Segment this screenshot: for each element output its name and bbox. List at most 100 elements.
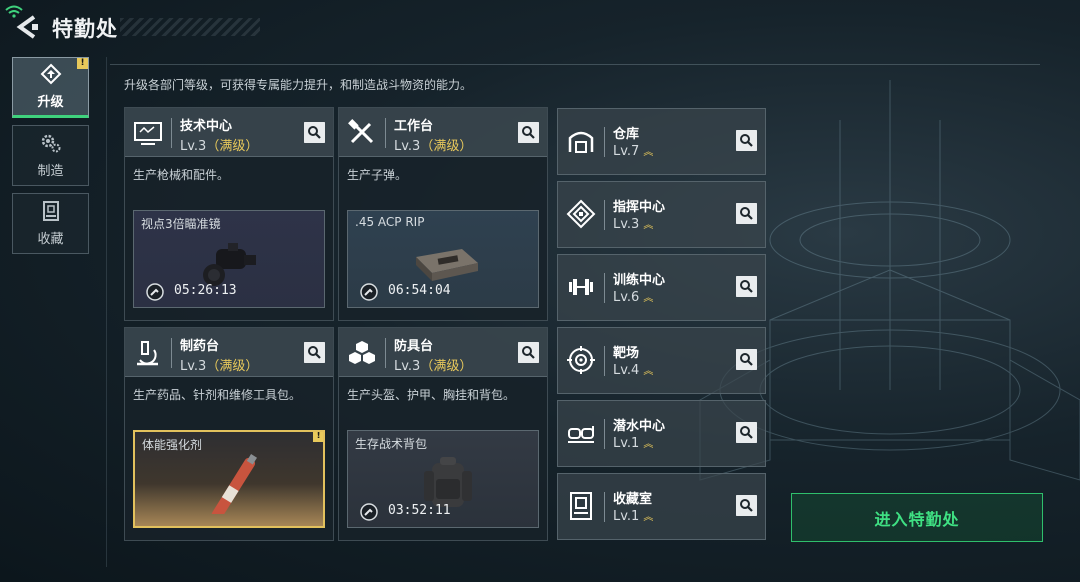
facility-name: 训练中心: [613, 273, 666, 288]
scope-image: [203, 243, 256, 286]
command-icon: [566, 199, 596, 229]
upgrade-chevron-icon: ︽: [643, 439, 653, 450]
microscope-icon: [137, 341, 158, 366]
facility-card-collection-room[interactable]: 收藏室 Lv.1 ︽: [557, 473, 766, 540]
separator: [385, 118, 386, 148]
product-timer: 05:26:13: [174, 283, 237, 298]
level-text: Lv.7: [613, 144, 640, 159]
product-slot[interactable]: 生存战术背包 03:52:11: [347, 430, 539, 528]
target-icon: [567, 346, 595, 374]
dept-card-tech-center[interactable]: 技术中心 Lv.3（满级） 生产枪械和配件。 视点3倍瞄准镜 05:26:13: [124, 107, 334, 321]
dept-level: Lv.3（满级）: [394, 135, 472, 154]
separator: [604, 419, 605, 449]
timer-icon: [360, 503, 378, 521]
monitor-icon: [134, 122, 162, 145]
divider: [110, 64, 1040, 65]
timer-icon: [146, 283, 164, 301]
search-button[interactable]: [736, 349, 757, 370]
facility-level: Lv.1 ︽: [613, 435, 653, 451]
product-slot[interactable]: ! 体能强化剂: [133, 430, 325, 528]
alert-badge: !: [77, 58, 88, 69]
facility-level: Lv.1 ︽: [613, 508, 653, 524]
divider: [106, 57, 107, 567]
cubes-icon: [349, 341, 375, 364]
separator: [604, 200, 605, 230]
dept-header: 技术中心 Lv.3（满级）: [125, 108, 333, 157]
search-button[interactable]: [518, 342, 539, 363]
product-slot[interactable]: .45 ACP RIP 06:54:04: [347, 210, 539, 308]
nav-tab-craft[interactable]: 制造: [12, 125, 89, 186]
separator: [604, 346, 605, 376]
search-button[interactable]: [736, 422, 757, 443]
tools-icon: [348, 119, 374, 144]
search-button[interactable]: [736, 203, 757, 224]
dept-header: 防具台 Lv.3（满级）: [339, 328, 547, 377]
dept-card-armor-bench[interactable]: 防具台 Lv.3（满级） 生产头盔、护甲、胸挂和背包。 生存战术背包 03:52…: [338, 327, 548, 541]
search-button[interactable]: [736, 276, 757, 297]
max-level-label: （满级）: [420, 359, 473, 374]
facility-card-diving-center[interactable]: 潜水中心 Lv.1 ︽: [557, 400, 766, 467]
nav-label: 制造: [37, 164, 64, 179]
search-button[interactable]: [304, 122, 325, 143]
product-slot[interactable]: 视点3倍瞄准镜 05:26:13: [133, 210, 325, 308]
nav-tab-upgrade[interactable]: ! 升级: [12, 57, 89, 118]
dept-description: 生产枪械和配件。: [133, 168, 230, 182]
facility-card-warehouse[interactable]: 仓库 Lv.7 ︽: [557, 108, 766, 175]
upgrade-chevron-icon: ︽: [643, 220, 653, 231]
level-text: Lv.6: [613, 290, 640, 305]
dept-header: 制药台 Lv.3（满级）: [125, 328, 333, 377]
dept-level: Lv.3（满级）: [394, 355, 472, 374]
facility-card-training-center[interactable]: 训练中心 Lv.6 ︽: [557, 254, 766, 321]
level-text: Lv.3: [394, 139, 421, 154]
level-text: Lv.3: [180, 139, 207, 154]
alert-badge: !: [313, 432, 323, 442]
section-description: 升级各部门等级，可获得专属能力提升，和制造战斗物资的能力。: [124, 78, 473, 92]
search-button[interactable]: [736, 130, 757, 151]
dept-card-pharmacy[interactable]: 制药台 Lv.3（满级） 生产药品、针剂和维修工具包。 ! 体能强化剂: [124, 327, 334, 541]
separator: [171, 338, 172, 368]
facility-card-command-center[interactable]: 指挥中心 Lv.3 ︽: [557, 181, 766, 248]
search-button[interactable]: [736, 495, 757, 516]
level-text: Lv.3: [180, 359, 207, 374]
dept-level: Lv.3（满级）: [180, 355, 258, 374]
facility-name: 仓库: [613, 127, 640, 142]
backpack-image: [424, 457, 472, 507]
dept-description: 生产药品、针剂和维修工具包。: [133, 388, 302, 402]
max-level-label: （满级）: [206, 139, 259, 154]
product-timer: 06:54:04: [388, 283, 451, 298]
level-text: Lv.4: [613, 363, 640, 378]
enter-special-ops-button[interactable]: 进入特勤处: [791, 493, 1043, 542]
search-button[interactable]: [518, 122, 539, 143]
dept-description: 生产头盔、护甲、胸挂和背包。: [347, 388, 516, 402]
dept-level: Lv.3（满级）: [180, 135, 258, 154]
separator: [171, 118, 172, 148]
separator: [604, 492, 605, 522]
timer-icon: [360, 283, 378, 301]
product-name: .45 ACP RIP: [355, 215, 425, 229]
search-button[interactable]: [304, 342, 325, 363]
facility-name: 靶场: [613, 346, 640, 361]
upgrade-chevron-icon: ︽: [643, 366, 653, 377]
max-level-label: （满级）: [420, 139, 473, 154]
dumbbell-icon: [569, 279, 593, 295]
facility-card-shooting-range[interactable]: 靶场 Lv.4 ︽: [557, 327, 766, 394]
injector-image: [211, 454, 257, 514]
separator: [385, 338, 386, 368]
level-text: Lv.3: [613, 217, 640, 232]
collection-icon: [42, 201, 59, 221]
nav-label: 收藏: [37, 232, 64, 247]
dept-name: 工作台: [394, 119, 434, 134]
ammo-box-image: [416, 249, 478, 281]
dept-name: 技术中心: [180, 119, 233, 134]
warehouse-icon: [568, 131, 594, 153]
product-name: 视点3倍瞄准镜: [141, 217, 221, 231]
title-decoration: [120, 18, 260, 36]
nav-tab-collection[interactable]: 收藏: [12, 193, 89, 254]
level-text: Lv.1: [613, 436, 640, 451]
diving-mask-icon: [568, 426, 594, 443]
facility-level: Lv.4 ︽: [613, 362, 653, 378]
back-button[interactable]: [12, 12, 42, 42]
dept-card-workbench[interactable]: 工作台 Lv.3（满级） 生产子弹。 .45 ACP RIP 06:54:04: [338, 107, 548, 321]
level-text: Lv.1: [613, 509, 640, 524]
dept-header: 工作台 Lv.3（满级）: [339, 108, 547, 157]
